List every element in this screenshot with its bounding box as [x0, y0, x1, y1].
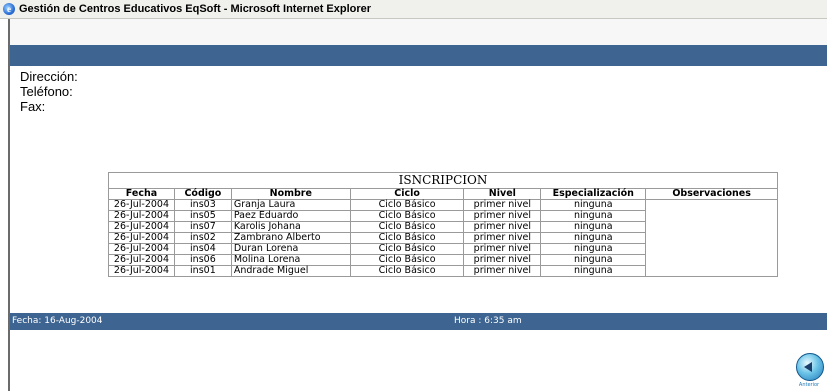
- back-arrow-icon[interactable]: [796, 353, 824, 381]
- cell-nivel: primer nivel: [463, 232, 542, 244]
- page-footer-bar: Fecha: 16-Aug-2004 Hora : 6:35 am: [10, 313, 827, 330]
- cell-especializacion: ninguna: [540, 243, 647, 255]
- page-top-band: [10, 19, 827, 45]
- header-codigo: Código: [173, 188, 232, 200]
- internet-explorer-icon: e: [3, 3, 15, 15]
- back-button-label: Anterior: [798, 382, 820, 388]
- cell-especializacion: ninguna: [540, 210, 647, 222]
- window-titlebar: e Gestión de Centros Educativos EqSoft -…: [0, 0, 827, 19]
- cell-codigo: ins05: [173, 210, 232, 222]
- cell-ciclo: Ciclo Básico: [349, 232, 465, 244]
- cell-codigo: ins06: [173, 254, 232, 266]
- header-especializacion: Especialización: [540, 188, 647, 200]
- page-header-bar: [10, 45, 827, 66]
- cell-fecha: 26-Jul-2004: [108, 221, 175, 233]
- cell-nombre: Zambrano Alberto: [230, 232, 351, 244]
- inscripcion-table-container: ISNCRIPCION Fecha Código Nombre Ciclo Nivel E…: [108, 172, 778, 277]
- cell-codigo: ins01: [173, 265, 232, 277]
- cell-nivel: primer nivel: [463, 254, 542, 266]
- window-title: Gestión de Centros Educativos EqSoft - M…: [19, 3, 372, 15]
- cell-ciclo: Ciclo Básico: [349, 210, 465, 222]
- cell-ciclo: Ciclo Básico: [349, 265, 465, 277]
- cell-nivel: primer nivel: [463, 210, 542, 222]
- cell-especializacion: ninguna: [540, 199, 647, 211]
- table-row: 26-Jul-2004 ins03 Granja Laura Ciclo Básico…: [108, 199, 778, 277]
- header-nombre: Nombre: [230, 188, 351, 200]
- cell-ciclo: Ciclo Básico: [349, 243, 465, 255]
- cell-fecha: 26-Jul-2004: [108, 210, 175, 222]
- header-observaciones: Observaciones: [645, 188, 778, 200]
- cell-nivel: primer nivel: [463, 243, 542, 255]
- table-caption-row: ISNCRIPCION: [108, 172, 778, 189]
- cell-fecha: 26-Jul-2004: [108, 254, 175, 266]
- cell-especializacion: ninguna: [540, 254, 647, 266]
- cell-codigo: ins04: [173, 243, 232, 255]
- cell-ciclo: Ciclo Básico: [349, 254, 465, 266]
- cell-fecha: 26-Jul-2004: [108, 243, 175, 255]
- table-body: 26-Jul-2004 ins03 Granja Laura Ciclo Básico…: [108, 199, 778, 277]
- inscripcion-table: ISNCRIPCION Fecha Código Nombre Ciclo Nivel E…: [108, 172, 778, 277]
- direccion-label: Dirección:: [20, 69, 78, 84]
- window-left-border: [8, 19, 10, 391]
- cell-codigo: ins02: [173, 232, 232, 244]
- cell-nombre: Paez Eduardo: [230, 210, 351, 222]
- cell-nivel: primer nivel: [463, 265, 542, 277]
- cell-especializacion: ninguna: [540, 221, 647, 233]
- cell-fecha: 26-Jul-2004: [108, 232, 175, 244]
- footer-time: Hora : 6:35 am: [454, 316, 522, 326]
- cell-nombre: Duran Lorena: [230, 243, 351, 255]
- cell-fecha: 26-Jul-2004: [108, 265, 175, 277]
- cell-ciclo: Ciclo Básico: [349, 221, 465, 233]
- telefono-label: Teléfono:: [20, 84, 73, 99]
- cell-codigo: ins03: [173, 199, 232, 211]
- cell-ciclo: Ciclo Básico: [349, 199, 465, 211]
- header-fecha: Fecha: [108, 188, 175, 200]
- cell-observaciones: [645, 199, 778, 277]
- cell-codigo: ins07: [173, 221, 232, 233]
- cell-nombre: Granja Laura: [230, 199, 351, 211]
- cell-fecha: 26-Jul-2004: [108, 199, 175, 211]
- cell-nivel: primer nivel: [463, 221, 542, 233]
- cell-nombre: Molina Lorena: [230, 254, 351, 266]
- cell-nombre: Karolis Johana: [230, 221, 351, 233]
- header-ciclo: Ciclo: [349, 188, 465, 200]
- fax-label: Fax:: [20, 99, 46, 114]
- table-caption: ISNCRIPCION: [108, 172, 778, 189]
- footer-date: Fecha: 16-Aug-2004: [12, 316, 103, 326]
- back-button[interactable]: Anterior: [794, 353, 824, 389]
- cell-nivel: primer nivel: [463, 199, 542, 211]
- school-info: Dirección: Teléfono: Fax:: [20, 69, 78, 114]
- table-header-row: Fecha Código Nombre Ciclo Nivel Especializaci…: [108, 188, 778, 200]
- cell-especializacion: ninguna: [540, 265, 647, 277]
- cell-nombre: Andrade Miguel: [230, 265, 351, 277]
- header-nivel: Nivel: [463, 188, 542, 200]
- cell-especializacion: ninguna: [540, 232, 647, 244]
